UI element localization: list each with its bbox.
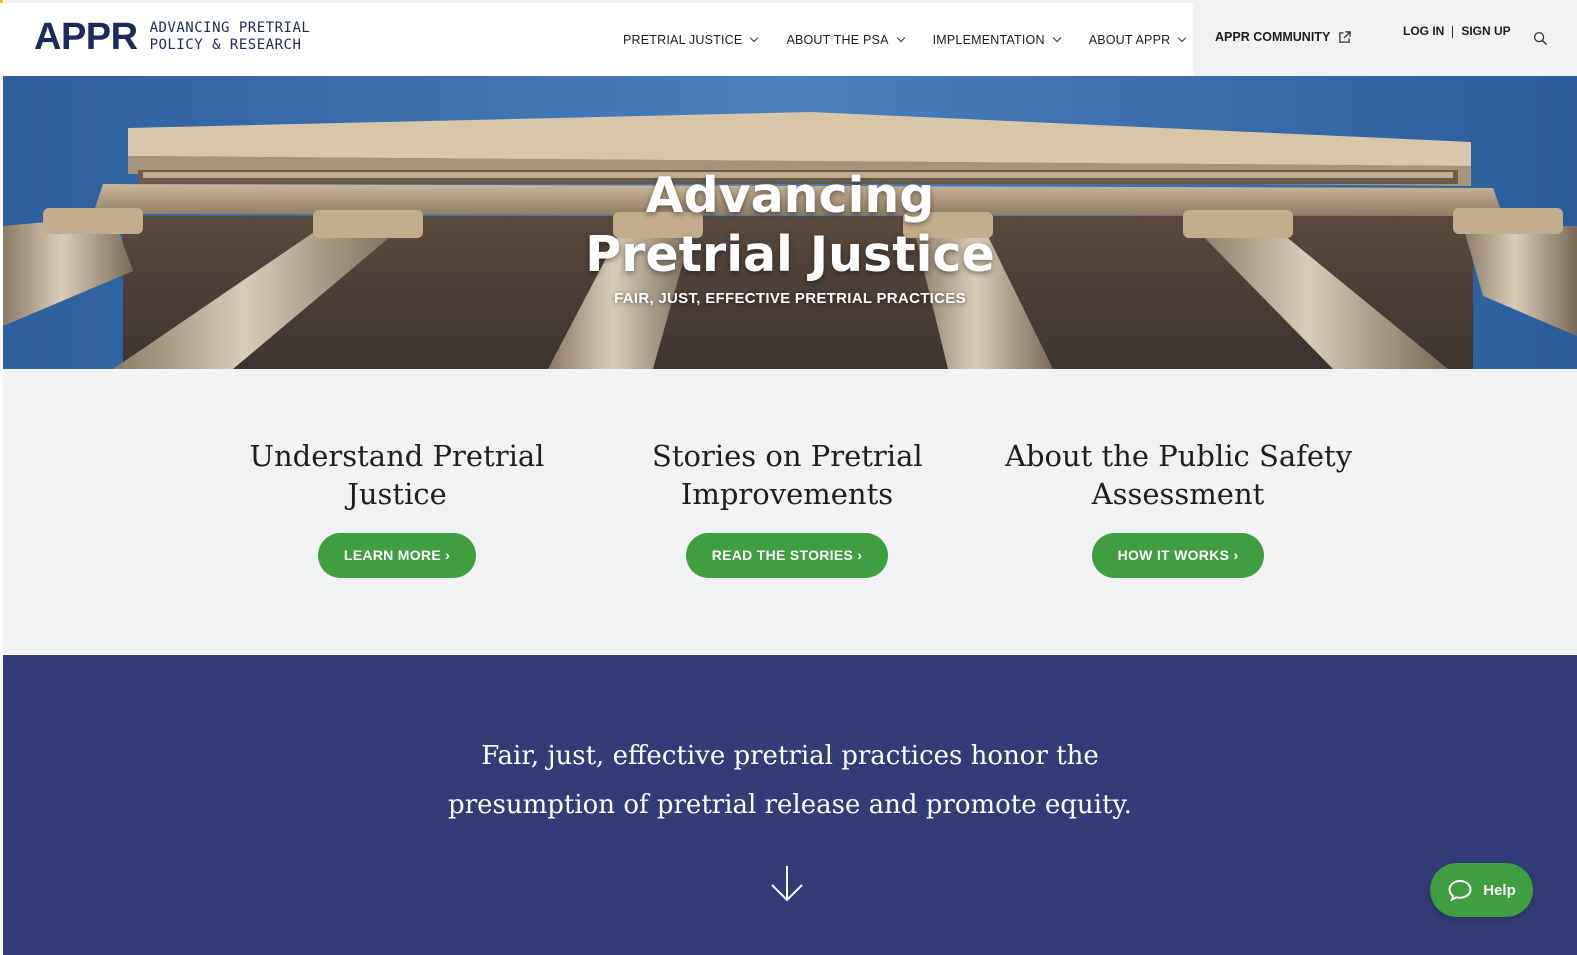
learn-more-button[interactable]: LEARN MORE › <box>317 533 477 578</box>
card-title: Understand Pretrial Justice <box>249 437 545 513</box>
mission-statement: Fair, just, effective pretrial practices… <box>3 732 1577 830</box>
utility-nav: APPR COMMUNITY LOG IN SIGN UP <box>1193 3 1577 76</box>
site-logo[interactable]: APPR ADVANCING PRETRIAL POLICY & RESEARC… <box>34 17 310 57</box>
nav-item-about-appr[interactable]: ABOUT APPR <box>1088 32 1187 47</box>
nav-item-label: ABOUT THE PSA <box>786 32 889 47</box>
help-button[interactable]: Help <box>1430 863 1533 917</box>
site-header: APPR ADVANCING PRETRIAL POLICY & RESEARC… <box>3 3 1577 76</box>
nav-item-implementation[interactable]: IMPLEMENTATION <box>932 32 1061 47</box>
hero-subtitle: FAIR, JUST, EFFECTIVE PRETRIAL PRACTICES <box>614 290 966 307</box>
mission-line-1: Fair, just, effective pretrial practices… <box>481 741 1099 771</box>
how-it-works-button[interactable]: HOW IT WORKS › <box>1091 533 1265 578</box>
chevron-down-icon <box>1052 33 1061 42</box>
nav-item-pretrial-justice[interactable]: PRETRIAL JUSTICE <box>623 32 759 47</box>
login-link[interactable]: LOG IN <box>1403 24 1444 38</box>
card-title-line-1: Understand Pretrial <box>249 439 545 473</box>
chat-bubble-icon <box>1448 879 1472 901</box>
card-stories: Stories on Pretrial Improvements READ TH… <box>652 437 923 578</box>
card-title: Stories on Pretrial Improvements <box>652 437 923 513</box>
external-link-icon <box>1339 30 1352 43</box>
card-title-line-2: Improvements <box>680 477 894 511</box>
hero-title-line-1: Advancing <box>645 167 935 224</box>
chevron-down-icon <box>750 33 759 42</box>
card-title-line-2: Justice <box>347 477 447 511</box>
hero-title: Advancing Pretrial Justice <box>3 166 1577 284</box>
chevron-down-icon <box>1178 33 1187 42</box>
mission-line-2: presumption of pretrial release and prom… <box>448 790 1132 820</box>
nav-item-label: PRETRIAL JUSTICE <box>623 32 743 47</box>
card-title: About the Public Safety Assessment <box>1005 437 1353 513</box>
help-label: Help <box>1483 881 1516 899</box>
logo-mark: APPR <box>34 16 138 58</box>
auth-links: LOG IN SIGN UP <box>1403 23 1513 40</box>
card-title-line-1: About the Public Safety <box>1005 439 1353 473</box>
hero-title-line-2: Pretrial Justice <box>585 226 995 283</box>
nav-item-label: ABOUT APPR <box>1088 32 1171 47</box>
card-psa: About the Public Safety Assessment HOW I… <box>1005 437 1353 578</box>
read-the-stories-button[interactable]: READ THE STORIES › <box>685 533 889 578</box>
hero-banner: Advancing Pretrial Justice FAIR, JUST, E… <box>3 76 1577 369</box>
appr-community-link[interactable]: APPR COMMUNITY <box>1215 30 1352 44</box>
logo-tagline: ADVANCING PRETRIAL POLICY & RESEARCH <box>150 20 311 54</box>
nav-item-label: IMPLEMENTATION <box>932 32 1045 47</box>
card-title-line-2: Assessment <box>1091 477 1265 511</box>
auth-divider <box>1452 25 1454 38</box>
arrow-down-icon[interactable] <box>769 864 805 904</box>
signup-link[interactable]: SIGN UP <box>1461 24 1510 38</box>
feature-cards: Understand Pretrial Justice LEARN MORE ›… <box>3 369 1577 655</box>
logo-line-2: POLICY & RESEARCH <box>149 37 302 53</box>
page: APPR ADVANCING PRETRIAL POLICY & RESEARC… <box>3 0 1577 955</box>
mission-band: Fair, just, effective pretrial practices… <box>3 655 1577 955</box>
appr-community-label: APPR COMMUNITY <box>1215 30 1331 44</box>
logo-line-1: ADVANCING PRETRIAL <box>149 20 311 36</box>
nav-item-about-the-psa[interactable]: ABOUT THE PSA <box>786 32 905 47</box>
search-icon[interactable] <box>1533 31 1548 46</box>
chevron-down-icon <box>896 33 905 42</box>
card-understand-pretrial: Understand Pretrial Justice LEARN MORE › <box>249 437 545 578</box>
card-title-line-1: Stories on Pretrial <box>652 439 923 473</box>
main-nav: PRETRIAL JUSTICE ABOUT THE PSA IMPLEMENT… <box>623 3 1214 76</box>
